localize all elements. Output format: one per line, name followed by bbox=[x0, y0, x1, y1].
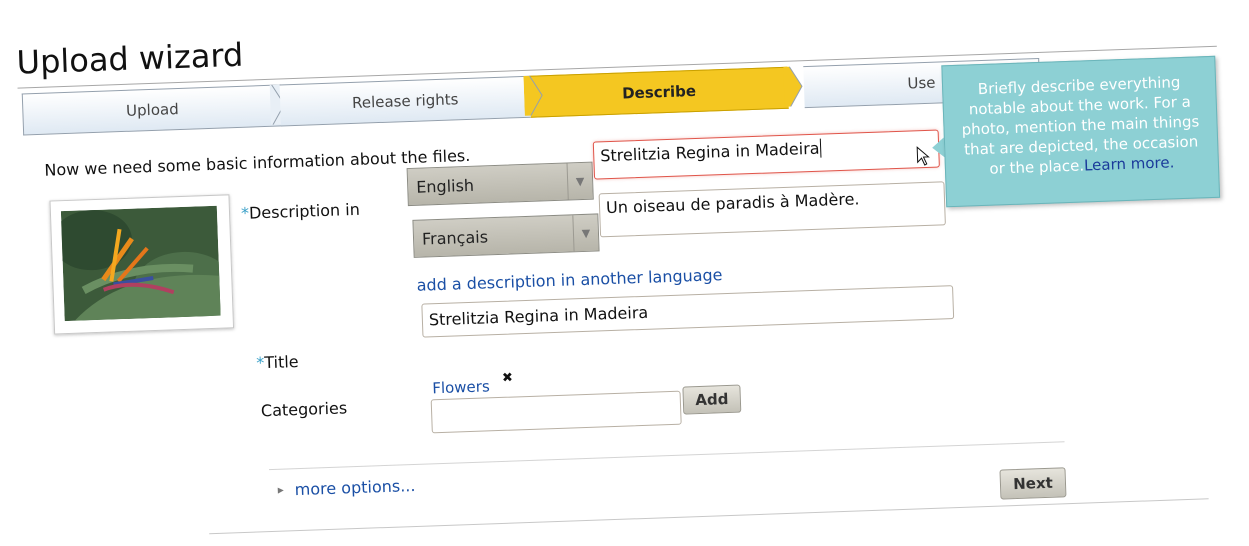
help-tooltip: Briefly describe everything notable abou… bbox=[941, 55, 1221, 208]
title-field[interactable]: Strelitzia Regina in Madeira bbox=[421, 285, 955, 338]
step-describe-label: Describe bbox=[621, 81, 697, 103]
expand-arrow-icon[interactable]: ▸ bbox=[277, 483, 284, 497]
bird-of-paradise-image bbox=[60, 205, 221, 322]
remove-category-icon[interactable]: ✖ bbox=[502, 371, 513, 386]
description-label-text: Description in bbox=[248, 199, 361, 223]
language-select-value: Français bbox=[421, 226, 489, 249]
step-upload-label: Upload bbox=[125, 100, 179, 120]
description-french-value: Un oiseau de paradis à Madère. bbox=[605, 189, 860, 218]
categories-label: Categories bbox=[260, 398, 348, 421]
title-label-text: Title bbox=[263, 351, 299, 373]
language-select-french[interactable]: Français ▼ bbox=[412, 213, 600, 258]
more-options-link[interactable]: more options... bbox=[294, 476, 415, 499]
step-upload: Upload bbox=[21, 84, 283, 136]
description-english-value: Strelitzia Regina in Madeira bbox=[599, 138, 820, 166]
add-language-link[interactable]: add a description in another language bbox=[416, 265, 722, 295]
next-button[interactable]: Next bbox=[999, 467, 1067, 500]
text-cursor bbox=[820, 138, 822, 158]
learn-more-link[interactable]: Learn more. bbox=[1084, 153, 1175, 174]
title-value: Strelitzia Regina in Madeira bbox=[428, 302, 649, 330]
step-separator-icon bbox=[523, 75, 543, 116]
title-label: *Title bbox=[256, 352, 299, 372]
step-use-label: Use bbox=[907, 73, 936, 93]
step-separator-icon bbox=[783, 66, 803, 107]
description-label: *Description in bbox=[241, 200, 360, 223]
category-flowers-link[interactable]: Flowers bbox=[432, 377, 490, 397]
step-describe: Describe bbox=[529, 66, 789, 118]
bottom-divider bbox=[209, 498, 1209, 535]
page-title: Upload wizard bbox=[15, 35, 244, 82]
file-thumbnail bbox=[49, 194, 235, 335]
description-french-field[interactable]: Un oiseau de paradis à Madère. bbox=[598, 181, 946, 238]
language-select-english[interactable]: English ▼ bbox=[406, 161, 594, 207]
language-select-value: English bbox=[415, 175, 475, 197]
dropdown-arrow-icon: ▼ bbox=[566, 162, 593, 200]
options-divider bbox=[269, 441, 1065, 471]
mouse-pointer-icon bbox=[916, 146, 930, 166]
category-input[interactable] bbox=[430, 390, 682, 434]
tooltip-content: Briefly describe everything notable abou… bbox=[957, 71, 1204, 179]
dropdown-arrow-icon: ▼ bbox=[572, 214, 599, 252]
tooltip-pointer bbox=[931, 137, 945, 158]
description-english-field[interactable]: Strelitzia Regina in Madeira bbox=[592, 129, 940, 180]
add-category-button[interactable]: Add bbox=[682, 384, 742, 415]
step-release-rights: Release rights bbox=[279, 75, 531, 127]
step-release-rights-label: Release rights bbox=[351, 90, 459, 112]
